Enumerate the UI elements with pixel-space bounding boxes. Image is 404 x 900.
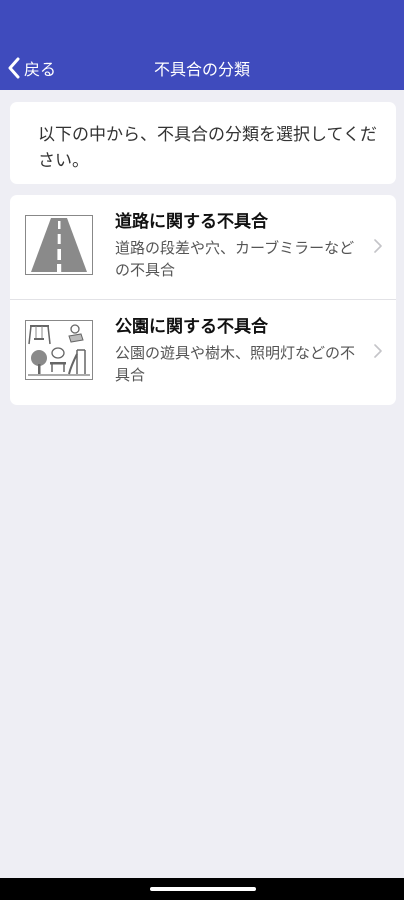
back-button[interactable]: 戻る xyxy=(8,46,56,90)
page-title: 不具合の分類 xyxy=(153,60,250,79)
category-description: 公園の遊具や樹木、照明灯などの不具合 xyxy=(115,344,356,384)
chevron-right-icon xyxy=(374,239,382,253)
status-bar xyxy=(0,0,404,46)
system-navigation-bar xyxy=(0,878,404,900)
instruction-card: 以下の中から、不具合の分類を選択してください。 xyxy=(10,102,396,184)
chevron-left-icon xyxy=(8,57,20,79)
back-label: 戻る xyxy=(24,60,57,79)
instruction-text: 以下の中から、不具合の分類を選択してください。 xyxy=(38,125,377,171)
navigation-bar: 戻る 不具合の分類 xyxy=(0,46,404,90)
category-row-park[interactable]: 公園に関する不具合 公園の遊具や樹木、照明灯などの不具合 xyxy=(10,300,396,404)
category-title: 公園に関する不具合 xyxy=(115,317,268,337)
category-title: 道路に関する不具合 xyxy=(115,212,268,232)
chevron-right-icon xyxy=(374,344,382,358)
category-row-road[interactable]: 道路に関する不具合 道路の段差や穴、カーブミラーなどの不具合 xyxy=(10,195,396,299)
home-indicator[interactable] xyxy=(150,887,256,891)
category-description: 道路の段差や穴、カーブミラーなどの不具合 xyxy=(115,239,355,279)
road-icon xyxy=(25,215,93,275)
park-icon xyxy=(25,320,93,380)
category-list: 道路に関する不具合 道路の段差や穴、カーブミラーなどの不具合 公園に関する不具合… xyxy=(10,195,396,405)
main-content: 以下の中から、不具合の分類を選択してください。 道路に関する不具合 道路の段差や… xyxy=(0,90,404,878)
